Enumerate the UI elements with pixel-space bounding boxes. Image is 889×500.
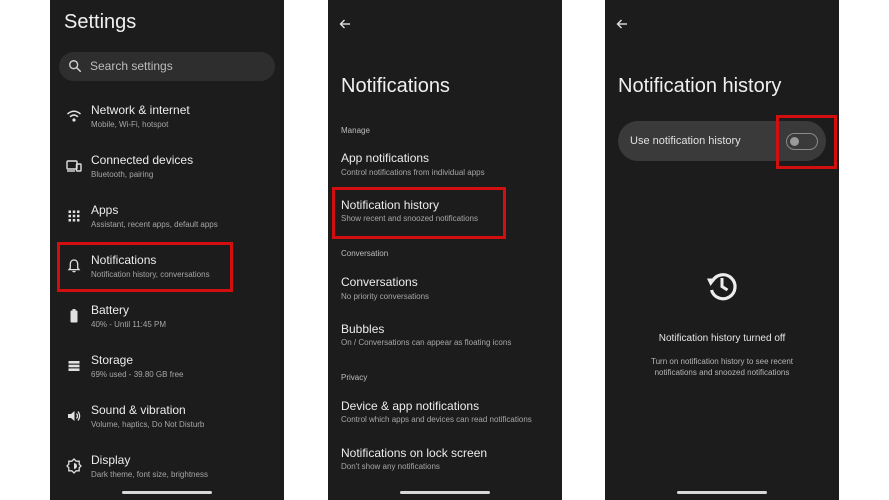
settings-item-subtitle: Dark theme, font size, brightness bbox=[91, 470, 208, 479]
home-indicator[interactable] bbox=[677, 491, 767, 494]
menu-item-subtitle: No priority conversations bbox=[341, 292, 430, 301]
toggle-label: Use notification history bbox=[630, 135, 741, 147]
home-indicator[interactable] bbox=[400, 491, 490, 494]
search-placeholder: Search settings bbox=[90, 59, 173, 73]
menu-item-title: Conversations bbox=[341, 275, 418, 289]
page-title: Notifications bbox=[341, 75, 450, 97]
volume-icon bbox=[68, 411, 81, 421]
back-arrow-icon[interactable] bbox=[616, 18, 628, 30]
search-icon bbox=[69, 60, 82, 73]
menu-item-subtitle: Don't show any notifications bbox=[341, 462, 440, 471]
settings-item-subtitle: 40% - Until 11:45 PM bbox=[91, 320, 166, 329]
battery-icon bbox=[70, 309, 78, 323]
wifi-icon bbox=[67, 110, 81, 122]
section-header-conversation: Conversation bbox=[341, 249, 389, 258]
settings-item-title: Storage bbox=[91, 353, 134, 367]
settings-item-subtitle: Volume, haptics, Do Not Disturb bbox=[91, 420, 205, 429]
menu-item-title: App notifications bbox=[341, 151, 430, 165]
menu-item-title: Notifications on lock screen bbox=[341, 446, 488, 460]
empty-state-title: Notification history turned off bbox=[658, 333, 786, 344]
menu-item-title: Bubbles bbox=[341, 322, 385, 336]
notifications-screen: Notifications Manage App notifications C… bbox=[328, 0, 562, 500]
empty-state-description: Turn on notification history to see rece… bbox=[651, 357, 793, 377]
settings-item-title: Connected devices bbox=[91, 153, 194, 167]
apps-grid-icon bbox=[68, 210, 80, 222]
highlight-box-notification-history bbox=[332, 187, 506, 239]
settings-item-subtitle: Mobile, Wi-Fi, hotspot bbox=[91, 120, 169, 129]
menu-item-subtitle: Control which apps and devices can read … bbox=[341, 415, 532, 424]
page-title: Notification history bbox=[618, 75, 782, 97]
home-indicator[interactable] bbox=[122, 491, 212, 494]
back-arrow-icon[interactable] bbox=[339, 18, 351, 30]
section-header-privacy: Privacy bbox=[341, 373, 368, 382]
settings-screen: Settings Search settings Network & inter… bbox=[50, 0, 284, 500]
menu-item-title: Device & app notifications bbox=[341, 399, 480, 413]
menu-item-subtitle: On / Conversations can appear as floatin… bbox=[341, 338, 512, 347]
settings-item-subtitle: Bluetooth, pairing bbox=[91, 170, 154, 179]
settings-item-subtitle: Assistant, recent apps, default apps bbox=[91, 220, 218, 229]
settings-item-subtitle: 69% used - 39.80 GB free bbox=[91, 370, 184, 379]
search-bar[interactable]: Search settings bbox=[59, 52, 275, 81]
settings-item-title: Battery bbox=[91, 303, 130, 317]
settings-item-title: Apps bbox=[91, 203, 119, 217]
settings-item-title: Network & internet bbox=[91, 103, 190, 117]
section-header-manage: Manage bbox=[341, 126, 370, 135]
storage-icon bbox=[68, 361, 80, 371]
highlight-box-notifications bbox=[57, 242, 233, 292]
page-title: Settings bbox=[64, 11, 137, 33]
menu-item-subtitle: Control notifications from individual ap… bbox=[341, 168, 485, 177]
notification-history-screen: Notification history Use notification hi… bbox=[605, 0, 839, 500]
highlight-box-toggle bbox=[776, 115, 837, 169]
history-clock-icon bbox=[707, 273, 737, 301]
settings-item-title: Sound & vibration bbox=[91, 403, 186, 417]
devices-icon bbox=[66, 160, 82, 172]
brightness-icon bbox=[66, 458, 82, 474]
settings-item-title: Display bbox=[91, 453, 131, 467]
